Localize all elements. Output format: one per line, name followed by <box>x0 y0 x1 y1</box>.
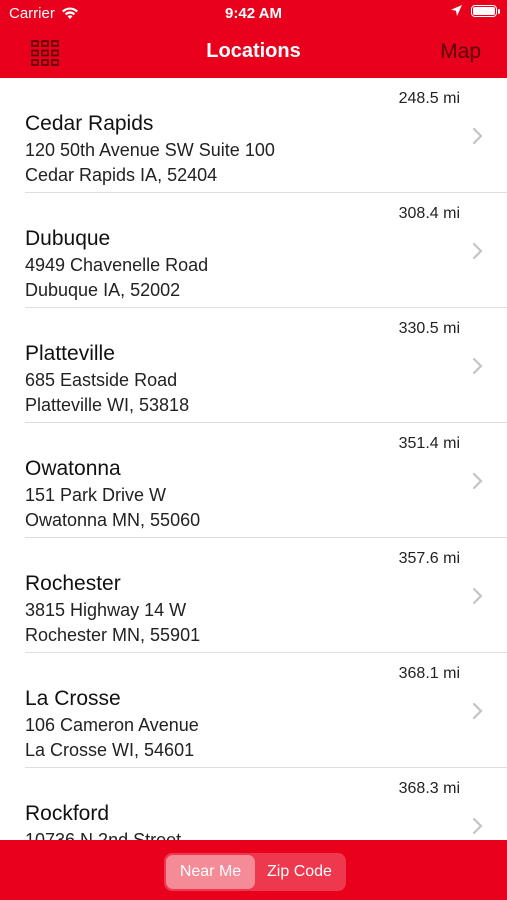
location-name: Rockford <box>25 802 110 825</box>
search-mode-segmented-control: Near Me Zip Code <box>164 853 346 891</box>
location-row-owatonna[interactable]: 351.4 mi Owatonna 151 Park Drive W Owato… <box>0 423 507 538</box>
page-title: Locations <box>206 40 301 62</box>
map-button[interactable]: Map <box>440 40 481 64</box>
location-address-line1: 3815 Highway 14 W <box>25 600 187 620</box>
location-distance: 330.5 mi <box>398 320 460 337</box>
location-address-line1: 10736 N 2nd Street <box>25 830 182 840</box>
location-row-dubuque[interactable]: 308.4 mi Dubuque 4949 Chavenelle Road Du… <box>0 193 507 308</box>
location-row-la-crosse[interactable]: 368.1 mi La Crosse 106 Cameron Avenue La… <box>0 653 507 768</box>
location-address-line2: Dubuque IA, 52002 <box>25 280 181 300</box>
battery-icon <box>471 4 500 17</box>
near-me-segment[interactable]: Near Me <box>166 855 255 889</box>
location-row-cedar-rapids[interactable]: 248.5 mi Cedar Rapids 120 50th Avenue SW… <box>0 78 507 193</box>
location-address-line2: La Crosse WI, 54601 <box>25 740 195 760</box>
chevron-right-icon <box>472 127 483 145</box>
navigation-bar: Locations Map <box>0 28 507 78</box>
location-distance: 248.5 mi <box>398 90 460 107</box>
location-address-line2: Rochester MN, 55901 <box>25 625 201 645</box>
location-distance: 308.4 mi <box>398 205 460 222</box>
location-row-rockford[interactable]: 368.3 mi Rockford 10736 N 2nd Street <box>0 768 507 840</box>
location-distance: 351.4 mi <box>398 435 460 452</box>
location-address-line2: Cedar Rapids IA, 52404 <box>25 165 218 185</box>
location-distance: 357.6 mi <box>398 550 460 567</box>
locations-list[interactable]: 248.5 mi Cedar Rapids 120 50th Avenue SW… <box>0 78 507 840</box>
location-row-platteville[interactable]: 330.5 mi Platteville 685 Eastside Road P… <box>0 308 507 423</box>
chevron-right-icon <box>472 472 483 490</box>
location-name: Dubuque <box>25 227 111 250</box>
chevron-right-icon <box>472 817 483 835</box>
location-address-line1: 4949 Chavenelle Road <box>25 255 209 275</box>
location-address-line1: 120 50th Avenue SW Suite 100 <box>25 140 275 160</box>
location-name: Rochester <box>25 572 121 595</box>
location-address-line1: 106 Cameron Avenue <box>25 715 199 735</box>
location-name: Owatonna <box>25 457 121 480</box>
location-name: Platteville <box>25 342 115 365</box>
bottom-bar: Near Me Zip Code <box>0 840 507 900</box>
status-bar: Carrier 9:42 AM <box>0 0 507 28</box>
chevron-right-icon <box>472 587 483 605</box>
location-name: Cedar Rapids <box>25 112 154 135</box>
status-time: 9:42 AM <box>225 5 282 22</box>
chevron-right-icon <box>472 357 483 375</box>
location-address-line2: Platteville WI, 53818 <box>25 395 190 415</box>
zip-code-segment[interactable]: Zip Code <box>255 855 344 889</box>
location-address-line2: Owatonna MN, 55060 <box>25 510 201 530</box>
chevron-right-icon <box>472 242 483 260</box>
location-distance: 368.3 mi <box>398 780 460 797</box>
chevron-right-icon <box>472 702 483 720</box>
location-name: La Crosse <box>25 687 121 710</box>
location-arrow-icon <box>451 5 462 16</box>
location-distance: 368.1 mi <box>398 665 460 682</box>
location-address-line1: 151 Park Drive W <box>25 485 167 505</box>
location-row-rochester[interactable]: 357.6 mi Rochester 3815 Highway 14 W Roc… <box>0 538 507 653</box>
location-address-line1: 685 Eastside Road <box>25 370 178 390</box>
